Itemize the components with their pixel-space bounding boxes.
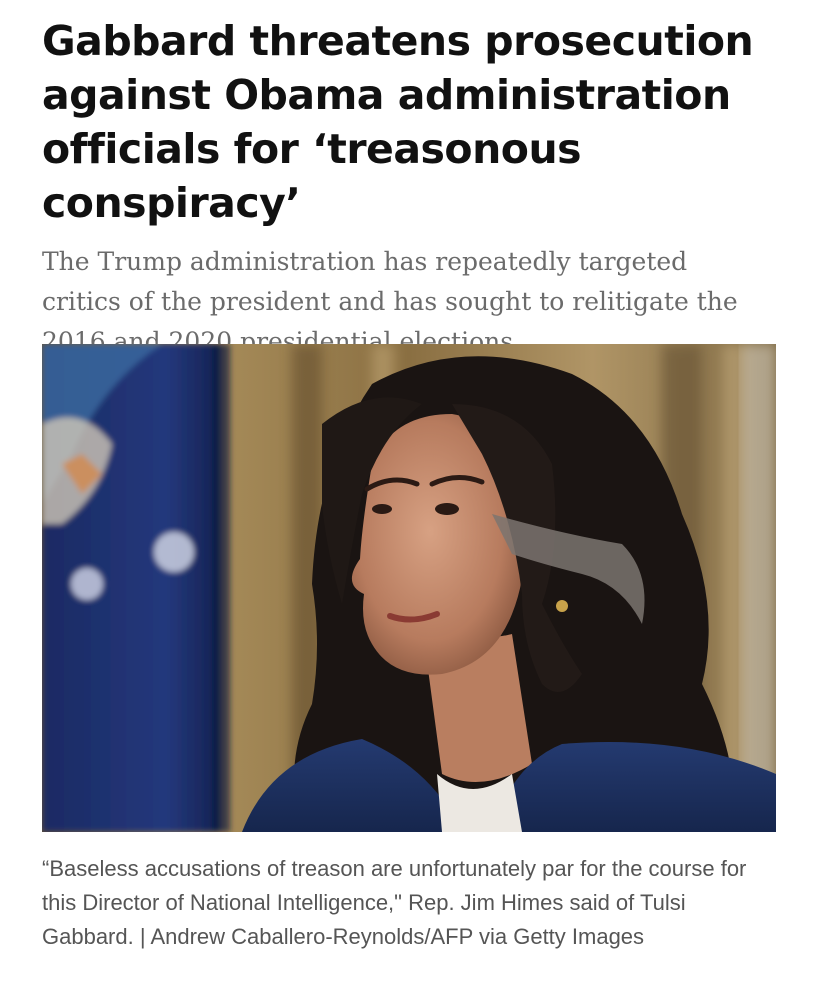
photo-caption: “Baseless accusations of treason are unf… — [42, 856, 747, 949]
lead-photo — [42, 344, 776, 832]
lead-photo-illustration — [42, 344, 776, 832]
article-headline: Gabbard threatens prosecution against Ob… — [42, 17, 754, 227]
article-header: Gabbard threatens prosecution against Ob… — [42, 14, 782, 362]
